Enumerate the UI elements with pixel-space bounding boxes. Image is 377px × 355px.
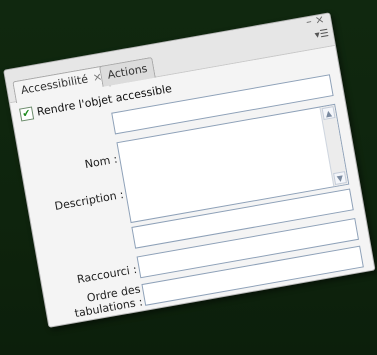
accessibility-panel: Accessibilité × Actions – × ▾☰ ✔ Rendre l… [3, 12, 376, 328]
tab-accessibility-label: Accessibilité [19, 72, 90, 98]
scrollbar[interactable]: ▲ ▼ [319, 104, 349, 187]
accessible-checkbox[interactable]: ✔ [19, 106, 35, 122]
name-label: Nom : [83, 152, 119, 172]
close-icon[interactable]: × [314, 12, 325, 26]
window-controls: – × [305, 12, 325, 28]
checkmark-icon: ✔ [21, 107, 32, 121]
scroll-down-icon[interactable]: ▼ [333, 171, 347, 186]
scroll-up-icon[interactable]: ▲ [321, 106, 336, 121]
tab-actions-label: Actions [106, 61, 149, 82]
panel-menu-icon[interactable]: ▾☰ [314, 28, 330, 41]
tab-actions[interactable]: Actions [98, 56, 156, 87]
description-label: Description : [53, 187, 125, 213]
minimize-icon[interactable]: – [305, 15, 313, 29]
